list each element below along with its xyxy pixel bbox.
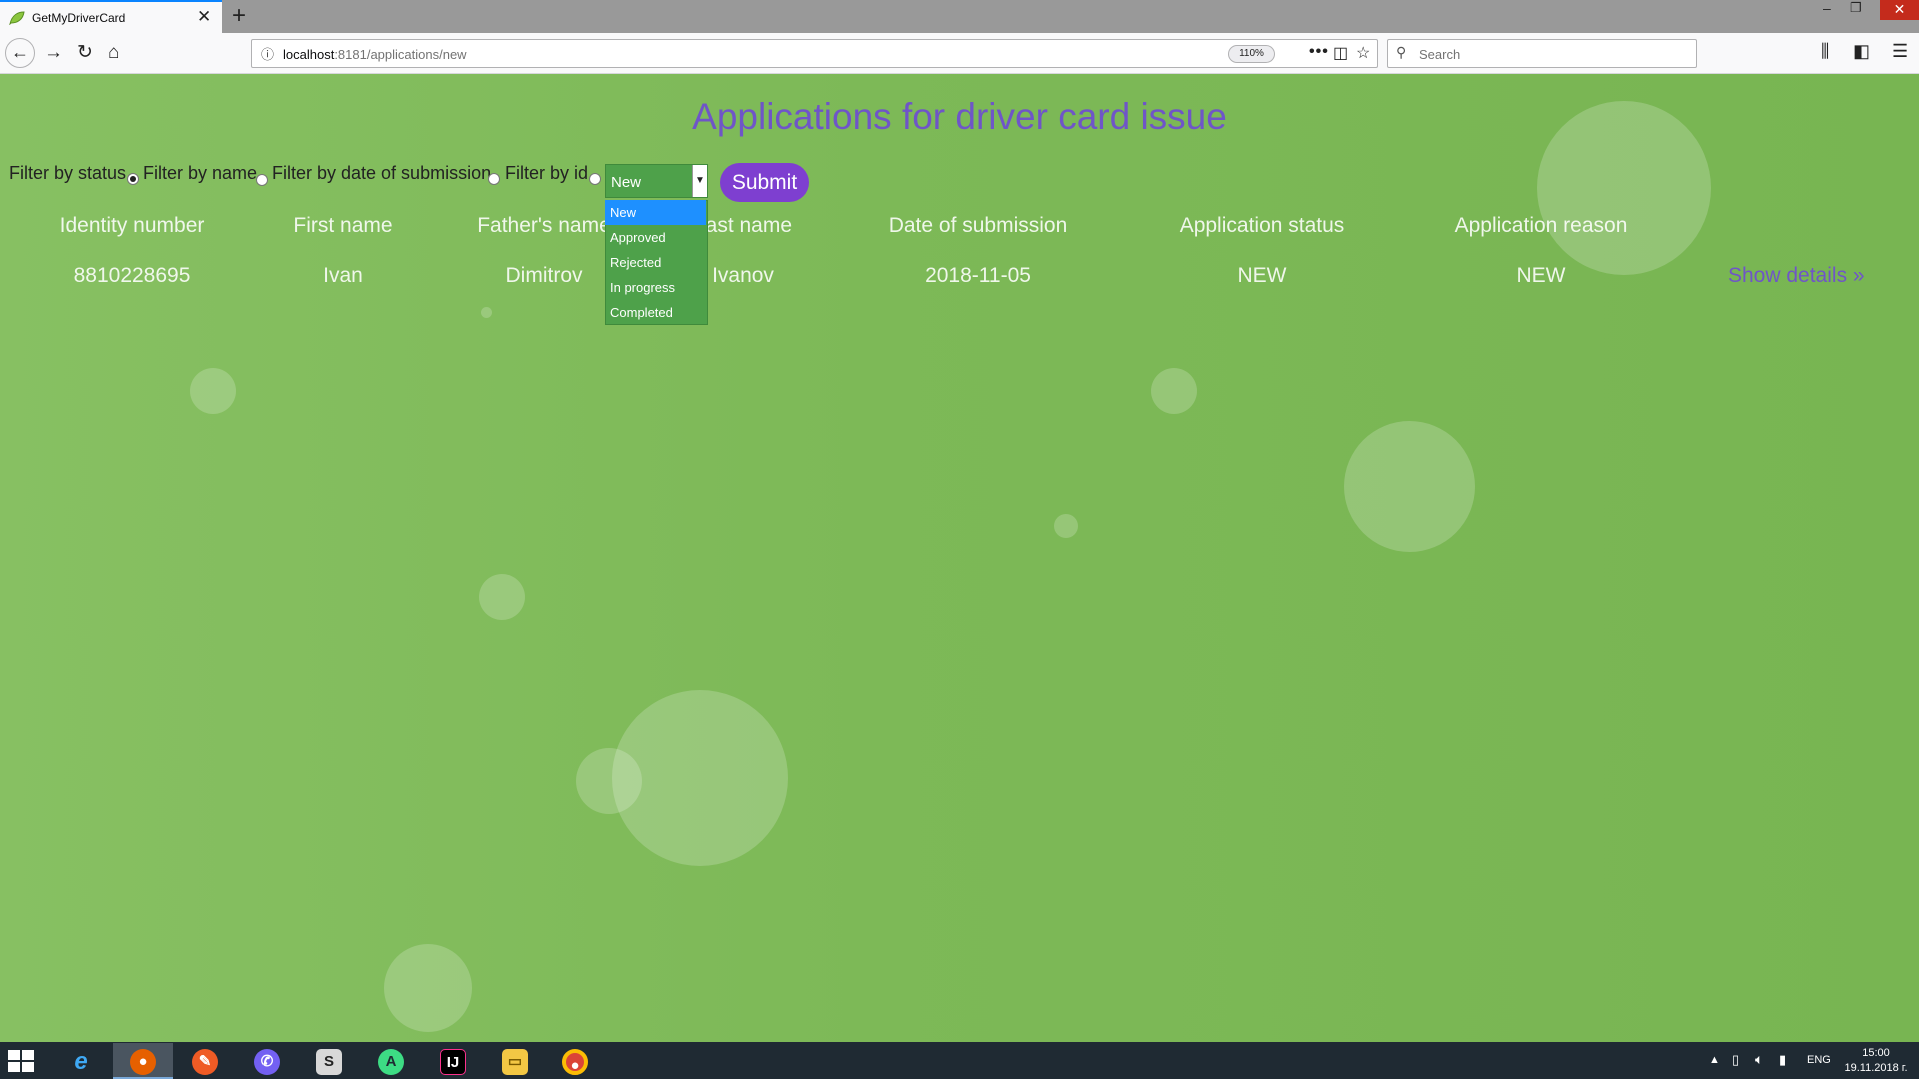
- cell-date-of-submission: 2018-11-05: [925, 264, 1031, 287]
- device-icon[interactable]: ▯: [1732, 1052, 1739, 1068]
- minimize-button[interactable]: –: [1823, 0, 1831, 16]
- new-tab-button[interactable]: +: [232, 2, 246, 30]
- browser-toolbar: ← → ↻ ⌂ ⓘ localhost:8181/applications/ne…: [0, 33, 1919, 74]
- library-icon[interactable]: ⫼: [1821, 41, 1829, 62]
- header-fathers-name: Father's name: [477, 214, 611, 237]
- intellij-icon[interactable]: IJ: [423, 1043, 483, 1079]
- header-application-status: Application status: [1179, 214, 1345, 237]
- url-text[interactable]: localhost:8181/applications/new: [283, 47, 467, 62]
- cell-identity-number: 8810228695: [73, 264, 191, 287]
- search-placeholder: Search: [1419, 47, 1461, 62]
- language-indicator[interactable]: ENG: [1807, 1054, 1831, 1066]
- firefox-icon[interactable]: ●: [113, 1043, 173, 1079]
- tray-overflow-icon[interactable]: ▲: [1709, 1054, 1720, 1066]
- decorative-bubble: [1344, 421, 1475, 552]
- status-dropdown-overlay: New Approved Rejected In progress Comple…: [605, 200, 708, 325]
- clock-time: 15:00: [1862, 1047, 1890, 1059]
- bookmark-star-icon[interactable]: ☆: [1356, 43, 1370, 63]
- filter-radio-id[interactable]: [589, 173, 601, 185]
- header-first-name: First name: [293, 214, 393, 237]
- windows-taskbar: e ● ✎ ✆ S A IJ ▭ ● ▲ ▯ 🔈︎ ▮ ENG 15:00 19…: [0, 1042, 1919, 1079]
- restore-button[interactable]: ❐: [1850, 0, 1862, 16]
- viber-icon[interactable]: ✆: [237, 1043, 297, 1079]
- header-identity-number: Identity number: [59, 214, 205, 237]
- pocket-icon[interactable]: ◫: [1333, 43, 1348, 63]
- status-select[interactable]: New ▼: [605, 164, 708, 198]
- android-studio-icon[interactable]: A: [361, 1043, 421, 1079]
- status-option-in-progress-overlay[interactable]: In progress: [605, 275, 706, 300]
- taskbar-clock[interactable]: 15:00 19.11.2018 г.: [1838, 1046, 1914, 1076]
- sublime-icon[interactable]: S: [299, 1043, 359, 1079]
- filter-label-id: Filter by id: [505, 163, 589, 183]
- decorative-bubble: [576, 748, 642, 814]
- filter-radio-status[interactable]: [127, 173, 139, 185]
- chrome-icon[interactable]: ●: [545, 1043, 605, 1079]
- chevron-down-icon[interactable]: ▼: [692, 165, 707, 197]
- home-icon[interactable]: ⌂: [108, 39, 119, 67]
- sidebar-icon[interactable]: ◧: [1853, 41, 1870, 62]
- back-icon[interactable]: ←: [5, 38, 35, 68]
- status-option-new-overlay[interactable]: New: [605, 200, 706, 225]
- url-bar[interactable]: ⓘ localhost:8181/applications/new 110% •…: [251, 39, 1378, 68]
- page-actions-icon[interactable]: •••: [1309, 43, 1329, 61]
- clock-date: 19.11.2018 г.: [1844, 1062, 1908, 1074]
- zoom-level[interactable]: 110%: [1228, 45, 1275, 63]
- submit-button[interactable]: Submit: [720, 163, 809, 202]
- cell-application-reason: NEW: [1516, 264, 1566, 287]
- header-last-name: Last name: [693, 214, 793, 237]
- decorative-bubble: [479, 574, 525, 620]
- info-icon[interactable]: ⓘ: [261, 44, 274, 63]
- tab-title: GetMyDriverCard: [32, 11, 126, 25]
- header-application-reason: Application reason: [1454, 214, 1628, 237]
- status-option-rejected-overlay[interactable]: Rejected: [605, 250, 706, 275]
- postman-icon[interactable]: ✎: [175, 1043, 235, 1079]
- close-tab-icon[interactable]: ✕: [197, 7, 211, 27]
- status-option-completed-overlay[interactable]: Completed: [605, 300, 706, 325]
- filter-label-status: Filter by status: [9, 163, 127, 183]
- cell-fathers-name: Dimitrov: [505, 264, 583, 287]
- decorative-bubble: [190, 368, 236, 414]
- file-explorer-icon[interactable]: ▭: [485, 1043, 545, 1079]
- status-select-value: New: [611, 174, 642, 191]
- forward-icon[interactable]: →: [44, 39, 63, 67]
- network-icon[interactable]: ▮: [1779, 1052, 1786, 1068]
- search-icon: ⚲: [1396, 44, 1407, 60]
- url-path: :8181/applications/new: [334, 47, 467, 62]
- close-window-button[interactable]: ✕: [1880, 0, 1919, 20]
- menu-icon[interactable]: ☰: [1892, 41, 1908, 62]
- filter-radio-date[interactable]: [488, 173, 500, 185]
- page-title: Applications for driver card issue: [692, 96, 1227, 137]
- decorative-bubble: [384, 944, 472, 1032]
- browser-tab[interactable]: GetMyDriverCard ✕: [0, 0, 222, 33]
- show-details-link[interactable]: Show details »: [1728, 264, 1865, 288]
- cell-last-name: Ivanov: [712, 264, 774, 287]
- decorative-bubble: [1151, 368, 1197, 414]
- windows-start-icon[interactable]: [8, 1050, 34, 1072]
- decorative-bubble: [1054, 514, 1078, 538]
- url-host: localhost: [283, 47, 335, 62]
- search-bar[interactable]: ⚲ Search: [1387, 39, 1697, 68]
- browser-tab-strip: GetMyDriverCard ✕ + – ❐ ✕: [0, 0, 1919, 33]
- filter-label-date: Filter by date of submission: [272, 163, 492, 183]
- volume-icon[interactable]: 🔈︎: [1755, 1051, 1763, 1068]
- status-option-approved-overlay[interactable]: Approved: [605, 225, 706, 250]
- filter-radio-name[interactable]: [256, 174, 268, 186]
- reload-icon[interactable]: ↻: [77, 39, 93, 67]
- page-content: Applications for driver card issue Filte…: [0, 74, 1919, 1042]
- header-date-of-submission: Date of submission: [888, 214, 1068, 237]
- leaf-favicon-icon: [9, 11, 25, 25]
- internet-explorer-icon[interactable]: e: [51, 1043, 111, 1079]
- cell-first-name: Ivan: [323, 264, 363, 287]
- filter-label-name: Filter by name: [143, 163, 258, 183]
- decorative-bubble: [481, 307, 492, 318]
- cell-application-status: NEW: [1237, 264, 1287, 287]
